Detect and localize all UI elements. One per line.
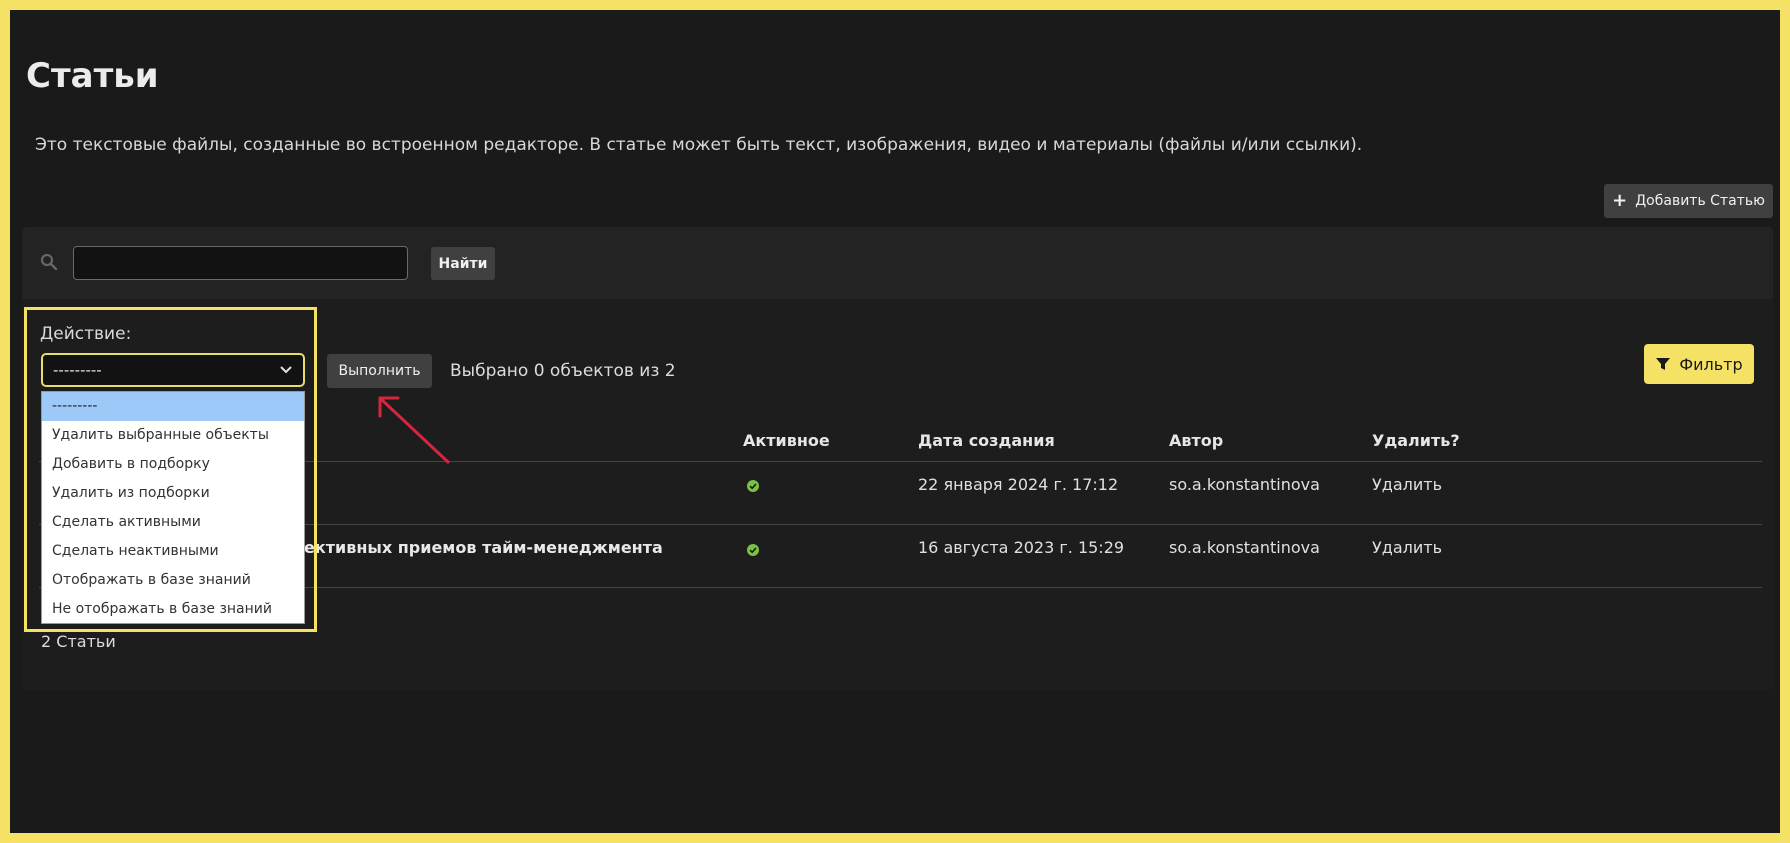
total-count: 2 Статьи [41, 632, 116, 651]
dropdown-option[interactable]: Сделать активными [42, 508, 304, 537]
dropdown-option[interactable]: Удалить выбранные объекты [42, 421, 304, 450]
filter-button[interactable]: Фильтр [1644, 344, 1754, 384]
filter-label: Фильтр [1679, 354, 1743, 374]
row-created: 16 августа 2023 г. 15:29 [918, 538, 1125, 557]
chevron-down-icon [280, 366, 292, 374]
check-circle-icon [747, 480, 759, 492]
action-dropdown-list: --------- Удалить выбранные объекты Доба… [41, 391, 305, 624]
action-label: Действие: [40, 324, 132, 344]
app-frame: Статьи Это текстовые файлы, созданные во… [10, 10, 1780, 833]
plus-icon: + [1612, 190, 1628, 211]
dropdown-option[interactable]: Не отображать в базе знаний [42, 595, 304, 624]
filter-icon [1656, 358, 1671, 370]
row-created: 22 января 2024 г. 17:12 [918, 475, 1119, 494]
row-author: so.a.konstantinova [1169, 475, 1320, 494]
add-article-button[interactable]: + Добавить Статью [1604, 184, 1773, 218]
dropdown-option[interactable]: --------- [42, 392, 304, 421]
search-input[interactable] [73, 246, 408, 280]
dropdown-option[interactable]: Отображать в базе знаний [42, 566, 304, 595]
action-select[interactable]: --------- [41, 353, 305, 387]
column-active[interactable]: Активное [743, 431, 830, 450]
dropdown-option[interactable]: Добавить в подборку [42, 450, 304, 479]
page-title: Статьи [26, 56, 159, 96]
find-button[interactable]: Найти [431, 247, 495, 280]
dropdown-option[interactable]: Сделать неактивными [42, 537, 304, 566]
column-created[interactable]: Дата создания [918, 431, 1055, 450]
row-author: so.a.konstantinova [1169, 538, 1320, 557]
selected-count: Выбрано 0 объектов из 2 [450, 361, 676, 381]
row-delete-link[interactable]: Удалить [1372, 475, 1442, 494]
page-description: Это текстовые файлы, созданные во встрое… [35, 135, 1363, 155]
check-circle-icon [747, 544, 759, 556]
add-article-label: Добавить Статью [1635, 193, 1765, 209]
search-bar: Найти [22, 227, 1773, 299]
column-delete: Удалить? [1372, 431, 1460, 450]
row-delete-link[interactable]: Удалить [1372, 538, 1442, 557]
execute-button[interactable]: Выполнить [327, 354, 432, 388]
dropdown-option[interactable]: Удалить из подборки [42, 479, 304, 508]
action-select-value: --------- [53, 361, 102, 379]
row-title[interactable]: ективных приемов тайм-менеджмента [304, 538, 663, 557]
search-icon [40, 253, 58, 271]
column-author[interactable]: Автор [1169, 431, 1223, 450]
